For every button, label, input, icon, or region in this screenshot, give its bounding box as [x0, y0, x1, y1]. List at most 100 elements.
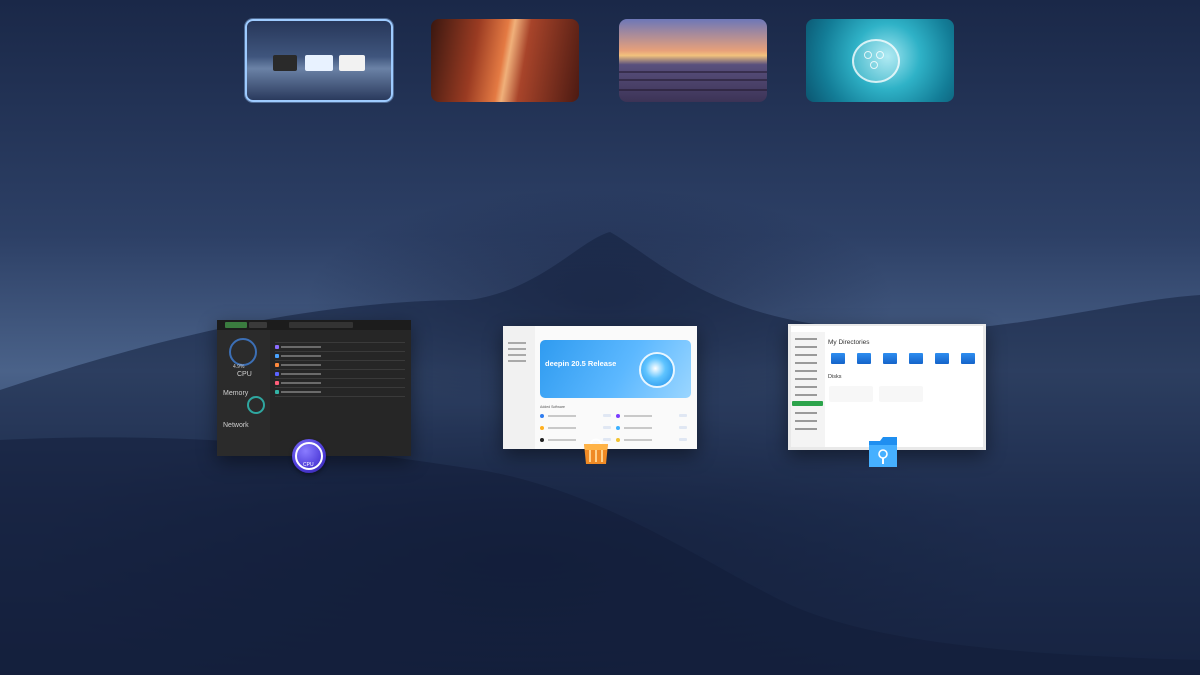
window-system-monitor[interactable]: 4.9% CPU Memory Network: [217, 320, 411, 456]
app-name: [624, 415, 652, 417]
mini-window-files: [339, 55, 365, 71]
monitor-icon-caption: CPU: [303, 462, 314, 468]
process-name: [281, 391, 321, 393]
my-directories-title: My Directories: [828, 339, 870, 346]
process-row[interactable]: [275, 396, 405, 397]
jelly-dot: [876, 51, 884, 59]
process-icon: [275, 381, 279, 385]
app-name: [548, 427, 576, 429]
process-icon: [275, 354, 279, 358]
folder-icon[interactable]: [831, 353, 845, 364]
workspace-thumbnail-4[interactable]: [806, 19, 954, 102]
install-button[interactable]: [679, 426, 687, 429]
process-icon: [275, 390, 279, 394]
cpu-label: CPU: [237, 371, 252, 378]
install-button[interactable]: [603, 414, 611, 417]
window-app-store[interactable]: deepin 20.5 Release Added Software: [503, 326, 697, 449]
app-store-icon[interactable]: [580, 436, 612, 466]
sidebar-item[interactable]: [795, 362, 817, 364]
tab-processes[interactable]: [225, 322, 247, 328]
network-label: Network: [223, 422, 249, 429]
sidebar-item[interactable]: [795, 378, 817, 380]
process-row[interactable]: [275, 360, 405, 361]
sidebar-item[interactable]: [508, 354, 526, 356]
monitor-titlebar: [217, 320, 411, 330]
app-icon: [540, 414, 544, 418]
deepin-logo-icon: [639, 352, 675, 388]
install-button[interactable]: [679, 438, 687, 441]
jellyfish-shape: [852, 39, 900, 83]
sidebar-item[interactable]: [795, 386, 817, 388]
disks-title: Disks: [828, 374, 842, 380]
sidebar-item[interactable]: [508, 360, 526, 362]
app-name: [624, 439, 652, 441]
folder-icon[interactable]: [935, 353, 949, 364]
section-title: Added Software: [540, 405, 565, 409]
cpu-value: 4.9%: [233, 364, 245, 370]
monitor-sidebar: 4.9% CPU Memory Network: [217, 330, 270, 456]
file-manager-icon[interactable]: [866, 433, 900, 469]
store-sidebar: [503, 326, 535, 449]
files-content: My Directories Disks: [791, 326, 983, 447]
workspace-thumbnail-3[interactable]: [619, 19, 767, 102]
app-icon: [616, 426, 620, 430]
install-button[interactable]: [679, 414, 687, 417]
process-name: [281, 355, 321, 357]
window-file-manager[interactable]: My Directories Disks: [788, 324, 986, 450]
process-row[interactable]: [275, 387, 405, 388]
process-row[interactable]: [275, 378, 405, 379]
jelly-dot: [864, 51, 872, 59]
disk-card[interactable]: [879, 386, 923, 402]
process-row[interactable]: [275, 369, 405, 370]
sidebar-item[interactable]: [508, 342, 526, 344]
app-icon: [616, 414, 620, 418]
shore-line: [619, 79, 767, 81]
app-icon: [540, 426, 544, 430]
app-name: [624, 427, 652, 429]
process-row[interactable]: [275, 351, 405, 352]
banner-title: deepin 20.5 Release: [545, 359, 617, 368]
mini-window-store: [305, 55, 333, 71]
sidebar-item[interactable]: [508, 348, 526, 350]
process-name: [281, 373, 321, 375]
folder-icon[interactable]: [961, 353, 975, 364]
sidebar-item-selected[interactable]: [792, 401, 823, 406]
process-name: [281, 346, 321, 348]
sidebar-item[interactable]: [795, 428, 817, 430]
process-icon: [275, 372, 279, 376]
system-monitor-icon[interactable]: CPU: [292, 439, 326, 473]
sidebar-item[interactable]: [795, 412, 817, 414]
memory-label: Memory: [223, 390, 249, 397]
folder-icon[interactable]: [883, 353, 897, 364]
shore-line: [619, 71, 767, 73]
workspace-thumbnail-1[interactable]: [245, 19, 393, 102]
workspace-thumbnail-2[interactable]: [431, 19, 579, 102]
tab-services[interactable]: [249, 322, 267, 328]
app-name: [548, 439, 576, 441]
sidebar-item[interactable]: [795, 394, 817, 396]
process-name: [281, 364, 321, 366]
sidebar-item[interactable]: [795, 338, 817, 340]
sidebar-item[interactable]: [795, 370, 817, 372]
install-button[interactable]: [603, 426, 611, 429]
search-field[interactable]: [289, 322, 353, 328]
sidebar-item[interactable]: [795, 354, 817, 356]
process-icon: [275, 345, 279, 349]
app-name: [548, 415, 576, 417]
jelly-dot: [870, 61, 878, 69]
shore-line: [619, 89, 767, 91]
disk-card[interactable]: [829, 386, 873, 402]
cpu-gauge: [229, 338, 257, 366]
app-icon: [616, 438, 620, 442]
mini-window-monitor: [273, 55, 297, 71]
folder-icon[interactable]: [909, 353, 923, 364]
folder-icon[interactable]: [857, 353, 871, 364]
files-sidebar: [791, 332, 825, 447]
process-name: [281, 382, 321, 384]
process-icon: [275, 363, 279, 367]
process-row[interactable]: [275, 342, 405, 343]
sidebar-item[interactable]: [795, 346, 817, 348]
memory-gauge: [247, 396, 265, 414]
sidebar-item[interactable]: [795, 420, 817, 422]
release-banner[interactable]: deepin 20.5 Release: [540, 340, 691, 398]
